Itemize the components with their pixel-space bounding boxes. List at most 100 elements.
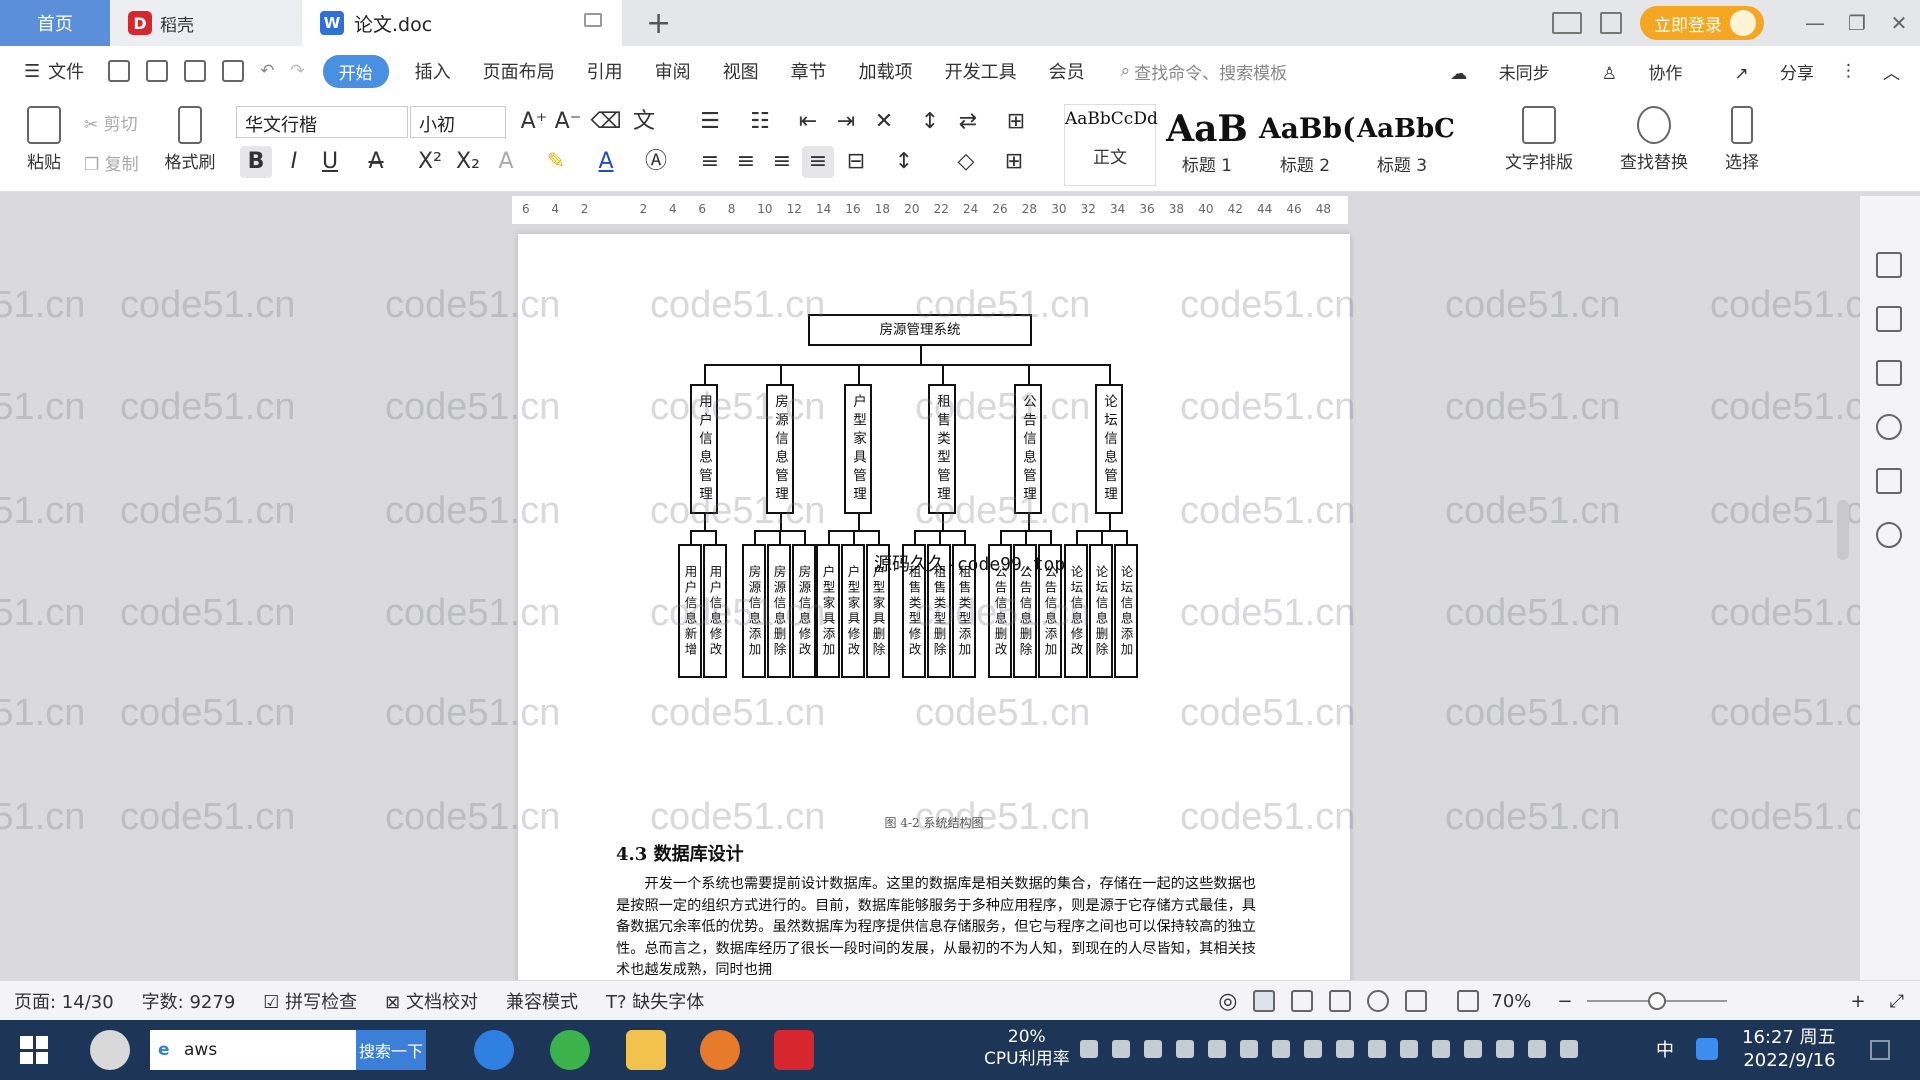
word-count[interactable]: 字数: 9279 <box>142 988 236 1014</box>
close-icon[interactable]: ✕ <box>1878 11 1920 35</box>
pinwheel-app-icon[interactable] <box>90 1030 130 1070</box>
sync-button[interactable]: ☁ 未同步 <box>1424 59 1549 84</box>
strikethrough-button[interactable]: A <box>360 146 392 178</box>
nvidia-icon[interactable] <box>1368 1040 1386 1058</box>
align-right-icon[interactable]: ≡ <box>766 146 798 178</box>
find-replace-button[interactable]: 查找替换 <box>1606 106 1702 173</box>
redo-icon[interactable]: ↷ <box>290 61 304 81</box>
vertical-scrollbar[interactable] <box>1836 230 1850 970</box>
notification-icon[interactable] <box>1304 1040 1322 1058</box>
style-heading1[interactable]: AaB 标题 1 <box>1160 104 1254 186</box>
print-icon[interactable] <box>184 60 207 82</box>
new-tab-button[interactable]: + <box>646 6 671 41</box>
style-heading3[interactable]: AaBbC 标题 3 <box>1356 104 1455 186</box>
superscript-button[interactable]: X² <box>414 146 446 178</box>
share-button[interactable]: ↗ 分享 <box>1708 59 1814 84</box>
usb-icon[interactable] <box>1496 1040 1514 1058</box>
fit-page-icon[interactable] <box>1457 990 1480 1012</box>
tray-person-icon[interactable] <box>1400 1040 1418 1058</box>
screenshot-icon[interactable] <box>1336 1040 1354 1058</box>
page-view-icon[interactable] <box>1253 990 1276 1012</box>
underline-button[interactable]: U <box>314 146 346 178</box>
weather-icon[interactable] <box>1080 1040 1098 1058</box>
scrollbar-thumb[interactable] <box>1837 500 1849 560</box>
page-indicator[interactable]: 页面: 14/30 <box>14 988 114 1014</box>
outline-view-icon[interactable] <box>1291 990 1314 1012</box>
ime-indicator[interactable]: 中 <box>1656 1036 1674 1062</box>
align-left-icon[interactable]: ≡ <box>694 146 726 178</box>
menu-addins[interactable]: 加载项 <box>843 58 929 84</box>
clock[interactable]: 16:27 周五 2022/9/16 <box>1742 1026 1836 1072</box>
360-browser-icon[interactable] <box>550 1030 590 1070</box>
show-marks-icon[interactable]: ⇄ <box>952 106 984 138</box>
help-icon[interactable] <box>1876 414 1902 440</box>
menu-insert[interactable]: 插入 <box>399 58 467 84</box>
style-normal[interactable]: AaBbCcDd 正文 <box>1064 104 1158 186</box>
tray-green-icon[interactable] <box>1528 1040 1546 1058</box>
italic-button[interactable]: I <box>278 146 310 178</box>
battery-icon[interactable] <box>1432 1040 1450 1058</box>
missing-font-button[interactable]: T? 缺失字体 <box>606 988 704 1014</box>
tray-app-icon[interactable] <box>1144 1040 1162 1058</box>
export-icon[interactable] <box>146 60 169 82</box>
copy-button[interactable]: ❐ 复制 <box>84 150 139 175</box>
menu-chapter[interactable]: 章节 <box>775 58 843 84</box>
menu-review[interactable]: 审阅 <box>639 58 707 84</box>
spellcheck-button[interactable]: ☑ 拼写检查 <box>263 988 357 1014</box>
font-name-select[interactable]: 华文行楷 <box>236 106 408 138</box>
font-size-select[interactable]: 小初 <box>410 106 506 138</box>
save-icon[interactable] <box>108 60 131 82</box>
write-view-icon[interactable] <box>1405 990 1428 1012</box>
ie-browser-icon[interactable] <box>474 1030 514 1070</box>
menu-developer[interactable]: 开发工具 <box>929 58 1033 84</box>
wps-writer-icon[interactable] <box>774 1030 814 1070</box>
outdent-icon[interactable]: ⇤ <box>792 106 824 138</box>
chinese-layout-icon[interactable]: ✕ <box>868 106 900 138</box>
cut-button[interactable]: ✂ 剪切 <box>84 110 138 135</box>
command-search[interactable]: ⌕ 查找命令、搜索模板 <box>1121 59 1288 84</box>
file-explorer-icon[interactable] <box>626 1030 666 1070</box>
menu-page-layout[interactable]: 页面布局 <box>467 58 571 84</box>
grid-icon[interactable] <box>1600 12 1622 34</box>
reading-view-icon[interactable] <box>1329 990 1352 1012</box>
bluetooth-icon[interactable] <box>1464 1040 1482 1058</box>
bullet-list-icon[interactable]: ☰ <box>694 106 726 138</box>
indent-icon[interactable]: ⇥ <box>830 106 862 138</box>
line-spacing-icon[interactable]: ↕ <box>888 146 920 178</box>
shrink-font-button[interactable]: A⁻ <box>552 106 584 138</box>
shading-icon[interactable]: ◇ <box>950 146 982 178</box>
horizontal-ruler[interactable]: 6 4 2 2 4 6 8 10 12 14 16 18 20 22 24 26 28 30 32 34 36 38 40 4… <box>512 196 1348 224</box>
menu-view[interactable]: 视图 <box>707 58 775 84</box>
zoom-out-button[interactable]: − <box>1557 991 1572 1012</box>
tray-app-c-icon[interactable] <box>1176 1040 1194 1058</box>
collapse-ribbon-icon[interactable]: ︿ <box>1883 59 1900 84</box>
select-button[interactable]: 选择 <box>1712 106 1772 173</box>
collab-button[interactable]: ♙ 协作 <box>1576 59 1683 84</box>
tray-app-c2-icon[interactable] <box>1208 1040 1226 1058</box>
undo-icon[interactable]: ↶ <box>260 61 274 81</box>
antivirus-icon[interactable] <box>1112 1040 1130 1058</box>
layout-icon[interactable] <box>1552 12 1582 34</box>
qq-tray-icon[interactable] <box>1696 1038 1718 1060</box>
style-heading2[interactable]: AaBb( 标题 2 <box>1258 104 1355 186</box>
shield-icon[interactable] <box>1240 1040 1258 1058</box>
numbered-list-icon[interactable]: ☷ <box>744 106 776 138</box>
zoom-in-button[interactable]: + <box>1851 991 1866 1012</box>
proofread-button[interactable]: ⊠ 文档校对 <box>385 988 478 1014</box>
restore-icon[interactable]: ❐ <box>1836 11 1878 35</box>
paste-button[interactable]: 粘贴 <box>16 106 72 173</box>
phonetic-button[interactable]: 文 <box>628 106 660 138</box>
zoom-level[interactable]: 70% <box>1491 991 1531 1012</box>
compass-icon[interactable] <box>1876 522 1902 548</box>
distributed-icon[interactable]: ⊟ <box>840 146 872 178</box>
menu-references[interactable]: 引用 <box>571 58 639 84</box>
subscript-button[interactable]: X₂ <box>452 146 484 178</box>
eraser-icon[interactable]: ⌫ <box>590 106 622 138</box>
eye-protect-icon[interactable]: ◎ <box>1218 989 1237 1014</box>
format-painter-button[interactable]: 格式刷 <box>160 106 220 173</box>
more-icon[interactable]: ⋮ <box>1840 61 1857 81</box>
volume-icon[interactable] <box>1560 1040 1578 1058</box>
print-preview-icon[interactable] <box>222 60 245 82</box>
font-color-button[interactable]: A <box>590 146 622 178</box>
fullscreen-icon[interactable]: ⤢ <box>1890 991 1904 1012</box>
